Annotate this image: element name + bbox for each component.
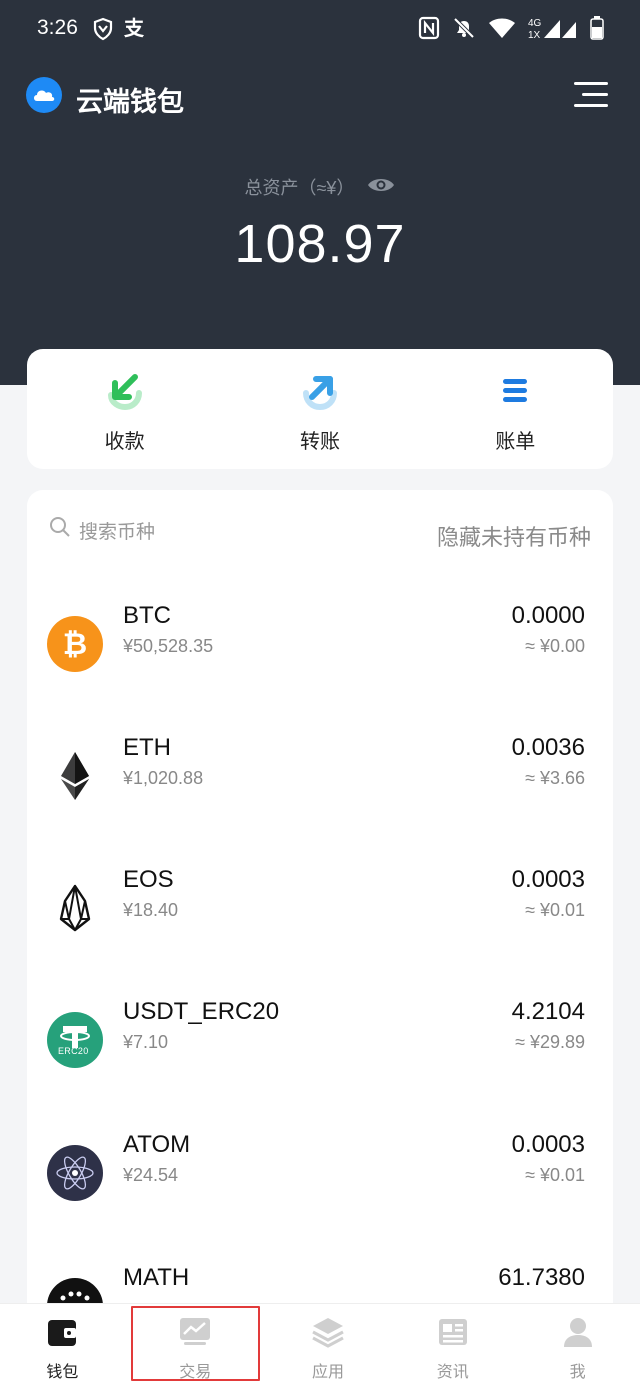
alipay-icon: 支: [124, 18, 144, 40]
coin-symbol: EOS: [123, 866, 174, 893]
total-assets-value: 108.97: [234, 214, 406, 274]
tab-me[interactable]: 我: [515, 1304, 640, 1387]
nfc-icon: [418, 16, 440, 45]
app-title: 云端钱包: [76, 87, 184, 117]
tab-news[interactable]: 资讯: [390, 1304, 515, 1387]
coin-amount: 0.0003: [511, 1131, 585, 1158]
coin-row-eos[interactable]: EOS ¥18.40 0.0003 ≈ ¥0.01: [27, 866, 613, 1012]
bottom-tab-bar: 钱包 交易 应用 资讯 我: [0, 1303, 640, 1387]
coin-amount: 0.0003: [511, 866, 585, 893]
menu-button[interactable]: [574, 82, 610, 108]
bill-button[interactable]: 账单: [418, 349, 613, 469]
cloud-logo-icon: [26, 77, 62, 113]
eth-icon: [47, 748, 103, 804]
usdt-icon: ERC20: [47, 1012, 103, 1068]
coin-value: ≈ ¥3.66: [525, 768, 585, 788]
coin-price: ¥18.40: [123, 900, 179, 920]
app-bar: 云端钱包: [0, 70, 640, 122]
coin-row-btc[interactable]: ₿ BTC ¥50,528.35 0.0000 ≈ ¥0.00: [27, 602, 613, 748]
status-time: 3:26: [37, 16, 78, 39]
atom-icon: [47, 1145, 103, 1201]
coin-value: ≈ ¥29.89: [515, 1032, 585, 1052]
wallet-icon: [0, 1316, 125, 1350]
receive-label: 收款: [104, 431, 145, 453]
coin-value: ≈ ¥0.01: [525, 1165, 585, 1185]
search-icon: [49, 516, 71, 544]
transfer-label: 转账: [299, 431, 340, 453]
receive-icon: [27, 371, 222, 411]
coin-amount: 0.0000: [511, 602, 585, 629]
coin-list-card: 搜索币种 隐藏未持有币种 ₿ BTC ¥50,528.35 0.0000 ≈ ¥…: [27, 490, 613, 1320]
coin-amount: 61.7380: [498, 1264, 585, 1291]
transfer-button[interactable]: 转账: [222, 349, 417, 469]
eos-icon: [47, 880, 103, 936]
bill-icon: [418, 371, 613, 411]
coin-row-usdt[interactable]: ERC20 USDT_ERC20 ¥7.10 4.2104 ≈ ¥29.89: [27, 998, 613, 1144]
tab-trade-label: 交易: [179, 1364, 212, 1381]
tab-apps-label: 应用: [311, 1364, 344, 1381]
coin-value: ≈ ¥0.00: [525, 636, 585, 656]
eye-icon[interactable]: [367, 176, 395, 199]
coin-amount: 4.2104: [511, 998, 585, 1025]
coin-price: ¥1,020.88: [123, 768, 204, 788]
btc-icon: ₿: [47, 616, 103, 672]
layers-icon: [266, 1316, 391, 1350]
coin-symbol: ATOM: [123, 1131, 191, 1158]
total-assets-label-text: 总资产（≈¥）: [244, 178, 355, 198]
tab-apps[interactable]: 应用: [266, 1304, 391, 1387]
tab-wallet-label: 钱包: [46, 1364, 79, 1381]
status-bar: 3:26 支 4G 1X: [0, 0, 640, 58]
tab-me-label: 我: [569, 1364, 586, 1381]
coin-symbol: MATH: [123, 1264, 190, 1291]
bill-label: 账单: [495, 431, 536, 453]
coin-symbol: BTC: [123, 602, 171, 629]
signal-icon: 4G 1X: [524, 16, 578, 45]
header: 3:26 支 4G 1X 云端钱包 总资产（≈¥） 108.97: [0, 0, 640, 385]
coin-row-atom[interactable]: ATOM ¥24.54 0.0003 ≈ ¥0.01: [27, 1131, 613, 1277]
battery-icon: [590, 16, 604, 45]
coin-value: ≈ ¥0.01: [525, 900, 585, 920]
svg-text:₿: ₿: [63, 628, 87, 661]
mute-icon: [452, 16, 476, 45]
tab-news-label: 资讯: [436, 1364, 469, 1381]
quick-actions: 收款 转账 账单: [27, 349, 613, 469]
usdt-badge-text: ERC20: [58, 1046, 89, 1056]
hide-zero-balance-toggle[interactable]: 隐藏未持有币种: [437, 520, 591, 552]
tab-wallet[interactable]: 钱包: [0, 1304, 125, 1387]
shield-icon: [92, 17, 114, 46]
search-placeholder: 搜索币种: [79, 521, 156, 543]
transfer-icon: [222, 371, 417, 411]
user-icon: [515, 1316, 640, 1350]
coin-amount: 0.0036: [511, 734, 585, 761]
receive-button[interactable]: 收款: [27, 349, 222, 469]
coin-price: ¥50,528.35: [123, 636, 214, 656]
tab-trade[interactable]: 交易: [130, 1306, 260, 1381]
chart-icon: [133, 1316, 258, 1350]
coin-symbol: USDT_ERC20: [123, 998, 280, 1025]
search-input[interactable]: 搜索币种: [49, 516, 155, 544]
total-assets-label: 总资产（≈¥）: [0, 174, 640, 200]
coin-row-eth[interactable]: ETH ¥1,020.88 0.0036 ≈ ¥3.66: [27, 734, 613, 880]
coin-price: ¥24.54: [123, 1165, 179, 1185]
coin-symbol: ETH: [123, 734, 171, 761]
coin-price: ¥7.10: [123, 1032, 169, 1052]
wifi-icon: [488, 17, 516, 44]
news-icon: [390, 1316, 515, 1350]
